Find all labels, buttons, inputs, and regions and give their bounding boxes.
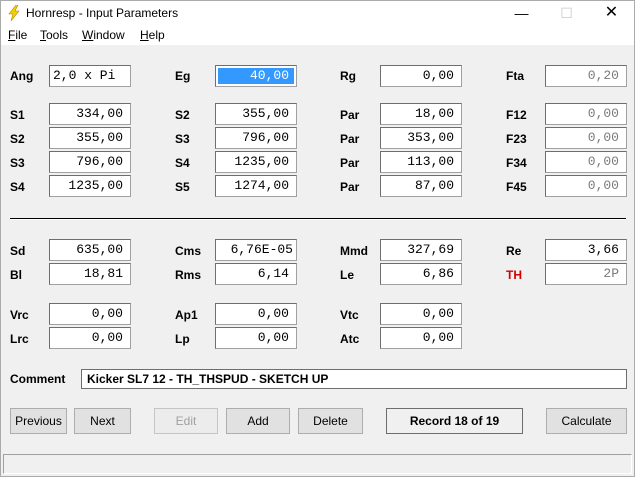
label-atc: Atc	[340, 332, 360, 346]
field-eg-selected-text: 40,00	[218, 68, 294, 84]
field-ap1[interactable]: 0,00	[215, 303, 297, 325]
label-s3: S3	[175, 132, 190, 146]
label-s3-left: S3	[10, 156, 25, 170]
previous-button-label: Previous	[15, 414, 62, 428]
label-s2-left: S2	[10, 132, 25, 146]
delete-button-label: Delete	[313, 414, 348, 428]
menu-bar: File Tools Window Help	[1, 25, 634, 45]
label-s4: S4	[175, 156, 190, 170]
label-s2: S2	[175, 108, 190, 122]
field-lrc[interactable]: 0,00	[49, 327, 131, 349]
comment-input[interactable]: Kicker SL7 12 - TH_THSPUD - SKETCH UP	[81, 369, 627, 389]
status-bar	[3, 454, 632, 474]
field-s1[interactable]: 334,00	[49, 103, 131, 125]
calculate-button[interactable]: Calculate	[546, 408, 627, 434]
menu-tools[interactable]: Tools	[40, 28, 68, 42]
menu-help[interactable]: Help	[140, 28, 165, 42]
field-ang[interactable]: 2,0 x Pi	[49, 65, 131, 87]
label-re: Re	[506, 244, 522, 258]
label-par-3: Par	[340, 156, 360, 170]
label-th[interactable]: TH	[506, 268, 522, 282]
record-indicator: Record 18 of 19	[386, 408, 523, 434]
field-s4[interactable]: 1235,00	[215, 151, 297, 173]
menu-file[interactable]: File	[8, 28, 27, 42]
lightning-app-icon	[8, 5, 20, 21]
maximize-button[interactable]: ☐	[544, 1, 589, 25]
field-s2[interactable]: 355,00	[215, 103, 297, 125]
edit-button[interactable]: Edit	[154, 408, 218, 434]
field-mmd[interactable]: 327,69	[380, 239, 462, 261]
label-s5: S5	[175, 180, 190, 194]
label-f12: F12	[506, 108, 527, 122]
field-par-3[interactable]: 113,00	[380, 151, 462, 173]
field-par-2[interactable]: 353,00	[380, 127, 462, 149]
field-re[interactable]: 3,66	[545, 239, 627, 261]
field-vrc[interactable]: 0,00	[49, 303, 131, 325]
next-button[interactable]: Next	[74, 408, 131, 434]
label-par-1: Par	[340, 108, 360, 122]
field-lp[interactable]: 0,00	[215, 327, 297, 349]
label-s4-left: S4	[10, 180, 25, 194]
previous-button[interactable]: Previous	[10, 408, 67, 434]
section-divider	[10, 218, 626, 220]
minimize-button[interactable]: —	[499, 1, 544, 25]
field-rg[interactable]: 0,00	[380, 65, 462, 87]
delete-button[interactable]: Delete	[298, 408, 363, 434]
label-ap1: Ap1	[175, 308, 198, 322]
field-eg[interactable]: 40,00	[215, 65, 297, 87]
label-bl: Bl	[10, 268, 22, 282]
label-par-2: Par	[340, 132, 360, 146]
field-s4-left[interactable]: 1235,00	[49, 175, 131, 197]
field-f34[interactable]: 0,00	[545, 151, 627, 173]
field-cms[interactable]: 6,76E-05	[215, 239, 297, 261]
label-lp: Lp	[175, 332, 190, 346]
label-vtc: Vtc	[340, 308, 359, 322]
field-s5[interactable]: 1274,00	[215, 175, 297, 197]
field-bl[interactable]: 18,81	[49, 263, 131, 285]
title-bar: Hornresp - Input Parameters — ☐ ✕	[1, 1, 634, 25]
close-button[interactable]: ✕	[589, 1, 634, 25]
label-le: Le	[340, 268, 355, 282]
add-button-label: Add	[247, 414, 269, 428]
field-fta[interactable]: 0,20	[545, 65, 627, 87]
next-button-label: Next	[90, 414, 115, 428]
menu-window[interactable]: Window	[82, 28, 125, 42]
label-fta: Fta	[506, 69, 524, 83]
window-title: Hornresp - Input Parameters	[26, 6, 179, 20]
label-vrc: Vrc	[10, 308, 29, 322]
field-sd[interactable]: 635,00	[49, 239, 131, 261]
field-f12[interactable]: 0,00	[545, 103, 627, 125]
label-f45: F45	[506, 180, 527, 194]
field-th[interactable]: 2P	[545, 263, 627, 285]
label-s1: S1	[10, 108, 25, 122]
label-lrc: Lrc	[10, 332, 29, 346]
label-par-4: Par	[340, 180, 360, 194]
field-rms[interactable]: 6,14	[215, 263, 297, 285]
edit-button-label: Edit	[175, 414, 197, 428]
field-f23[interactable]: 0,00	[545, 127, 627, 149]
field-s2-left[interactable]: 355,00	[49, 127, 131, 149]
label-comment: Comment	[10, 372, 66, 386]
field-le[interactable]: 6,86	[380, 263, 462, 285]
field-atc[interactable]: 0,00	[380, 327, 462, 349]
field-vtc[interactable]: 0,00	[380, 303, 462, 325]
label-mmd: Mmd	[340, 244, 368, 258]
field-s3[interactable]: 796,00	[215, 127, 297, 149]
label-sd: Sd	[10, 244, 26, 258]
label-f23: F23	[506, 132, 527, 146]
calculate-button-label: Calculate	[561, 414, 612, 428]
label-f34: F34	[506, 156, 527, 170]
label-ang: Ang	[10, 69, 34, 83]
label-cms: Cms	[175, 244, 202, 258]
field-s3-left[interactable]: 796,00	[49, 151, 131, 173]
field-f45[interactable]: 0,00	[545, 175, 627, 197]
label-rms: Rms	[175, 268, 202, 282]
field-par-1[interactable]: 18,00	[380, 103, 462, 125]
app-window: Hornresp - Input Parameters — ☐ ✕ File T…	[0, 0, 635, 477]
label-eg: Eg	[175, 69, 191, 83]
add-button[interactable]: Add	[226, 408, 290, 434]
label-rg: Rg	[340, 69, 356, 83]
field-par-4[interactable]: 87,00	[380, 175, 462, 197]
